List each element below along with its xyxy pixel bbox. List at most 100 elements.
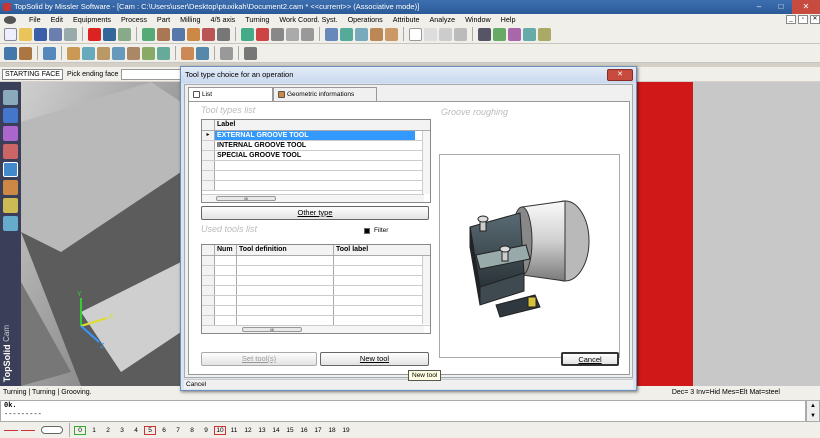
tool-h-icon[interactable] (256, 27, 269, 41)
mdi-minimize-button[interactable]: _ (786, 15, 796, 24)
layer-icon[interactable] (478, 27, 491, 41)
properties-icon[interactable] (49, 27, 62, 41)
fold-icon[interactable] (3, 180, 18, 195)
delete-icon[interactable] (88, 27, 101, 41)
cam-n-icon[interactable] (244, 46, 257, 60)
layer-6[interactable]: 6 (158, 427, 170, 434)
used-tool-row[interactable] (202, 296, 430, 306)
menu-turning[interactable]: Turning (240, 15, 274, 24)
layer-19[interactable]: 19 (340, 427, 352, 434)
menu-part[interactable]: Part (152, 15, 175, 24)
redo-icon[interactable] (118, 27, 131, 41)
menu-file[interactable]: File (24, 15, 46, 24)
cam-module-icon[interactable] (3, 162, 18, 177)
tool-b-icon[interactable] (157, 27, 170, 41)
used-hscroll-thumb[interactable]: III (242, 327, 302, 332)
used-tool-row[interactable] (202, 266, 430, 276)
menu-work-coord-syst[interactable]: Work Coord. Syst. (274, 15, 342, 24)
cam-a-icon[interactable] (4, 46, 17, 60)
menu-analyze[interactable]: Analyze (425, 15, 461, 24)
undo-icon[interactable] (103, 27, 116, 41)
maximize-button[interactable]: □ (770, 0, 792, 14)
tool-type-row[interactable]: INTERNAL GROOVE TOOL (202, 141, 430, 151)
minimize-button[interactable]: – (748, 0, 770, 14)
command-name[interactable]: STARTING FACE (2, 68, 63, 80)
tool-g-icon[interactable] (241, 27, 254, 41)
tool-type-row[interactable]: ▸ EXTERNAL GROOVE TOOL (202, 131, 430, 141)
cam-h-icon[interactable] (127, 46, 140, 60)
other-type-button[interactable]: Other type (201, 206, 429, 220)
sketch-icon[interactable] (3, 90, 18, 105)
dialog-close-button[interactable]: ✕ (607, 69, 633, 81)
cam-i-icon[interactable] (142, 46, 155, 60)
menu-equipments[interactable]: Equipments (68, 15, 116, 24)
num-column-header[interactable]: Num (215, 245, 237, 255)
layer-2[interactable]: 2 (102, 427, 114, 434)
layer-3[interactable]: 3 (116, 427, 128, 434)
layer-17[interactable]: 17 (312, 427, 324, 434)
tab-geometric-informations[interactable]: Geometric informations (273, 87, 377, 101)
menu-window[interactable]: Window (460, 15, 496, 24)
console-output[interactable]: 0k. --------- (0, 400, 806, 422)
layer-14[interactable]: 14 (270, 427, 282, 434)
layer-16[interactable]: 16 (298, 427, 310, 434)
tool-j-icon[interactable] (286, 27, 299, 41)
tool-d-icon[interactable] (187, 27, 200, 41)
cam-g-icon[interactable] (112, 46, 125, 60)
assembly-icon[interactable] (3, 144, 18, 159)
display-icon[interactable] (385, 27, 398, 41)
tool-n-icon[interactable] (523, 27, 536, 41)
filter-checkbox[interactable]: Filter (364, 227, 388, 234)
tool-icon[interactable] (3, 198, 18, 213)
tool-definition-column-header[interactable]: Tool definition (237, 245, 334, 255)
close-window-button[interactable]: ✕ (792, 0, 820, 14)
used-tool-row[interactable] (202, 256, 430, 266)
tool-i-icon[interactable] (271, 27, 284, 41)
tool-label-column-header[interactable]: Tool label (334, 245, 424, 255)
tool-c-icon[interactable] (172, 27, 185, 41)
render-icon[interactable] (370, 27, 383, 41)
zoom-fit-icon[interactable] (340, 27, 353, 41)
layer-9[interactable]: 9 (200, 427, 212, 434)
used-tools-hscroll[interactable]: III (202, 325, 424, 333)
open-folder-icon[interactable] (19, 27, 32, 41)
cancel-button[interactable]: Cancel (561, 352, 619, 366)
cam-m-icon[interactable] (220, 46, 233, 60)
layer-8[interactable]: 8 (186, 427, 198, 434)
cam-b-icon[interactable] (19, 46, 32, 60)
used-tool-row[interactable] (202, 306, 430, 316)
set-tools-button[interactable]: Set tool(s) (201, 352, 317, 366)
tool-m-icon[interactable] (508, 27, 521, 41)
used-tools-vscroll[interactable] (422, 256, 430, 324)
cam-j-icon[interactable] (157, 46, 170, 60)
view-icon[interactable] (355, 27, 368, 41)
used-tool-row[interactable] (202, 286, 430, 296)
point-style-selector[interactable] (424, 27, 437, 41)
layer-7[interactable]: 7 (172, 427, 184, 434)
layer-0[interactable]: 0 (74, 425, 86, 435)
menu-edit[interactable]: Edit (46, 15, 68, 24)
save-icon[interactable] (34, 27, 47, 41)
cam-l-icon[interactable] (196, 46, 209, 60)
layer-10[interactable]: 10 (214, 425, 226, 435)
tool-k-icon[interactable] (301, 27, 314, 41)
zoom-icon[interactable] (325, 27, 338, 41)
menu-milling[interactable]: Milling (175, 15, 205, 24)
cam-e-icon[interactable] (82, 46, 95, 60)
layer-12[interactable]: 12 (242, 427, 254, 434)
tool-f-icon[interactable] (217, 27, 230, 41)
line-style-selector[interactable] (439, 27, 452, 41)
layer-13[interactable]: 13 (256, 427, 268, 434)
drawing-icon[interactable] (3, 126, 18, 141)
tool-l-icon[interactable] (493, 27, 506, 41)
layer-18[interactable]: 18 (326, 427, 338, 434)
cam-d-icon[interactable] (67, 46, 80, 60)
menu-help[interactable]: Help (496, 15, 521, 24)
mdi-restore-button[interactable]: ▫ (798, 15, 808, 24)
console-scrollbar[interactable]: ▲ ▼ (806, 400, 820, 422)
tool-types-hscroll[interactable]: III (202, 194, 424, 202)
menu-operations[interactable]: Operations (343, 15, 388, 24)
tool-type-row[interactable]: SPECIAL GROOVE TOOL (202, 151, 430, 161)
tool-o-icon[interactable] (538, 27, 551, 41)
mdi-close-button[interactable]: ✕ (810, 15, 820, 24)
